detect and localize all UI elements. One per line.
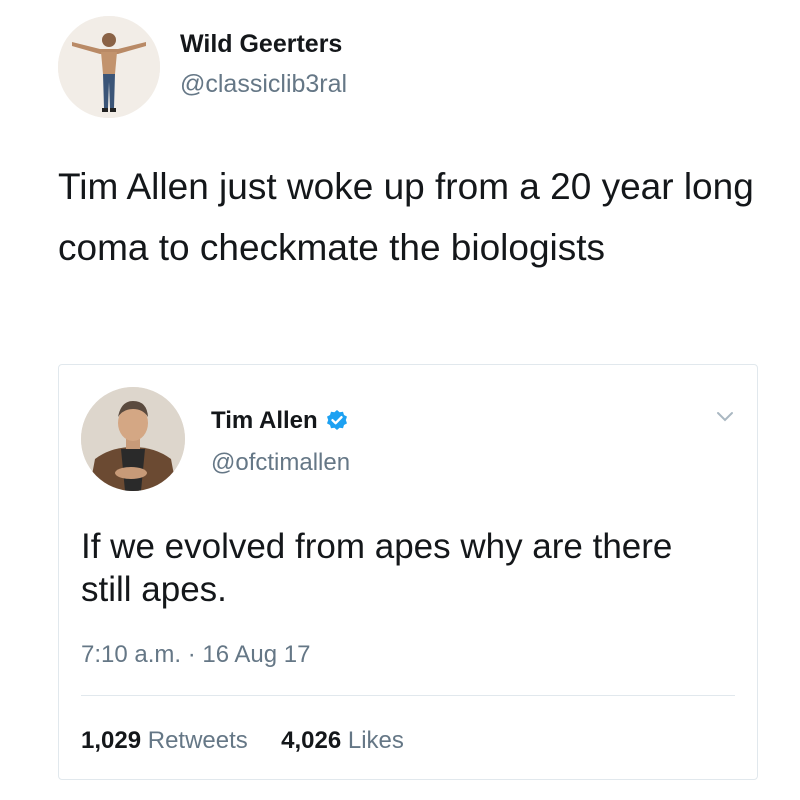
author-name[interactable]: Wild Geerters — [180, 30, 342, 59]
like-label: Likes — [347, 727, 404, 754]
likes-stat[interactable]: 4,026 Likes — [274, 727, 404, 754]
chevron-down-icon[interactable] — [715, 407, 735, 427]
like-count: 4,026 — [281, 727, 342, 754]
avatar[interactable] — [58, 16, 160, 118]
quoted-avatar[interactable] — [81, 387, 185, 491]
author-handle[interactable]: @classiclib3ral — [180, 70, 347, 99]
quoted-author-row: Tim Allen — [211, 407, 349, 435]
quoted-author-handle[interactable]: @ofctimallen — [211, 449, 350, 477]
quoted-tweet-text: If we evolved from apes why are there st… — [81, 527, 673, 609]
retweets-stat[interactable]: 1,029 Retweets — [81, 727, 254, 754]
retweet-label: Retweets — [147, 727, 248, 754]
quoted-author-name[interactable]: Tim Allen — [211, 407, 318, 435]
verified-badge-icon — [325, 409, 349, 433]
tweet-stats: 1,029 Retweets 4,026 Likes — [81, 727, 404, 755]
divider — [81, 695, 735, 696]
retweet-count: 1,029 — [81, 727, 142, 754]
quoted-tweet-card[interactable]: Tim Allen @ofctimallen If we evolved fro… — [58, 364, 758, 780]
tweet-text: Tim Allen just woke up from a 20 year lo… — [58, 166, 754, 268]
tweet-timestamp[interactable]: 7:10 a.m. · 16 Aug 17 — [81, 641, 311, 669]
